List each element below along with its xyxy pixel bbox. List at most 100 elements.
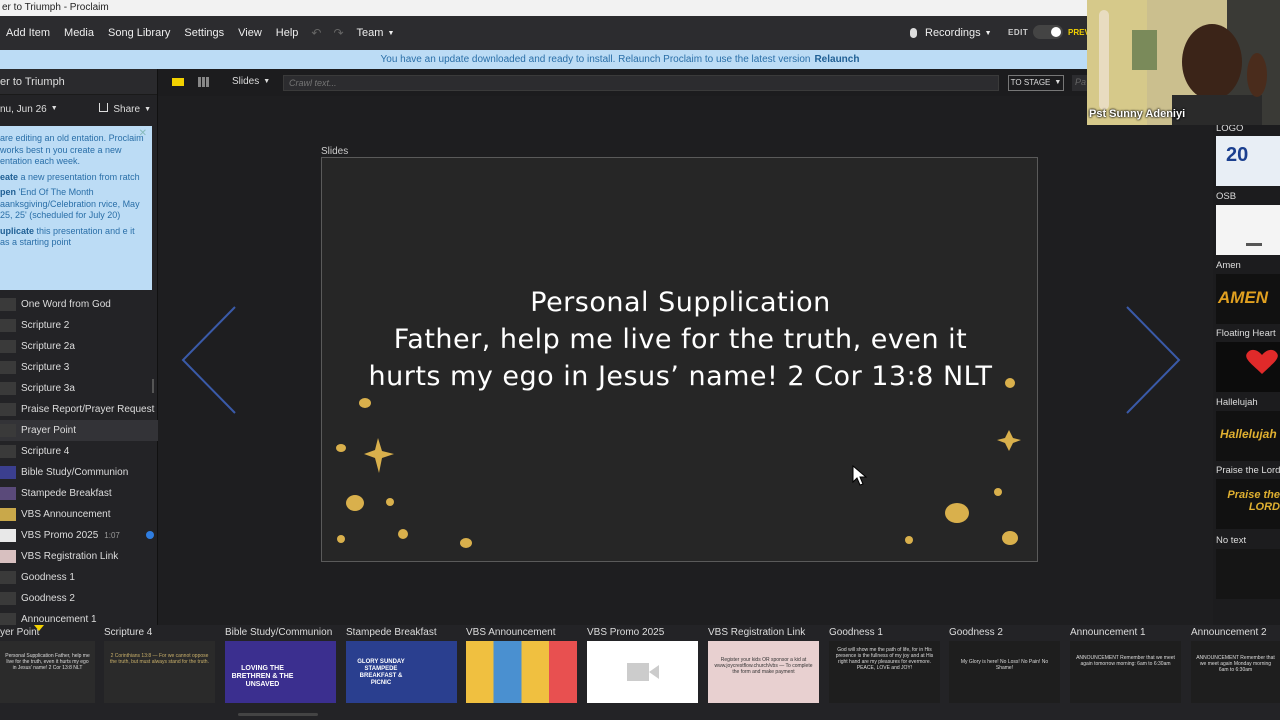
thumb-text: 2 Corinthians 13:8 — For we cannot oppos… [110,653,209,665]
filmstrip-thumbnail: LOVING THE BRETHREN & THE UNSAVED [225,641,336,703]
slide-preview[interactable]: Personal Supplication Father, help me li… [321,157,1038,562]
thumb-text: LOVING THE BRETHREN & THE UNSAVED [231,665,294,688]
list-item[interactable]: VBS Announcement [0,504,158,525]
list-item-selected[interactable]: Prayer Point [0,420,158,441]
quick-item-label: Floating Heart [1216,328,1276,339]
filmstrip-label: VBS Announcement [466,627,556,638]
recordings-menu[interactable]: Recordings ▼ [910,16,992,50]
filmstrip-item[interactable]: Announcement 2 ANNOUNCEMENT Remember tha… [1191,625,1280,703]
presentation-title[interactable]: er to Triumph [0,69,157,95]
list-item[interactable]: Scripture 3a [0,378,158,399]
list-item[interactable]: Scripture 3 [0,357,158,378]
close-icon[interactable]: ✕ [139,128,147,140]
share-button[interactable]: Share ▼ [99,103,151,115]
item-thumbnail [0,361,16,374]
slides-dropdown[interactable]: Slides ▼ [232,76,270,87]
list-item[interactable]: VBS Promo 2025 1:07 [0,525,158,546]
filmstrip-label: Announcement 1 [1070,627,1146,638]
crawl-text-input[interactable] [283,75,999,91]
filmstrip-item[interactable]: Goodness 2 My Glory is here! No Loss! No… [949,625,1060,703]
notice-create-bold: eate [0,171,19,182]
thumb-text: GLORY SUNDAY STAMPEDE BREAKFAST & PICNIC [357,659,405,686]
webcam-video [1087,0,1280,125]
quick-item-thumb[interactable] [1216,549,1280,599]
edit-label: EDIT [1008,28,1029,37]
quick-item-thumb[interactable]: Praise the LORD [1216,479,1280,529]
item-label: Stampede Breakfast [21,488,112,499]
list-item[interactable]: Stampede Breakfast [0,483,158,504]
edit-preview-toggle[interactable] [1033,25,1063,39]
list-item[interactable]: Goodness 1 [0,567,158,588]
next-slide-icon[interactable] [1122,305,1182,415]
sidebar-header-row: nu, Jun 26 ▼ Share ▼ [0,95,157,123]
quick-item-thumb[interactable]: AMEN [1216,274,1280,324]
list-item[interactable]: Scripture 4 [0,441,158,462]
quick-item-thumb[interactable] [1216,205,1280,255]
list-item[interactable]: One Word from God [0,294,158,315]
sidebar-scrollbar[interactable] [152,379,154,393]
list-item[interactable]: Goodness 2 [0,588,158,609]
filmstrip-item[interactable]: Scripture 4 2 Corinthians 13:8 — For we … [104,625,215,703]
to-stage-label: TO STAGE [1010,78,1051,88]
menu-view[interactable]: View [231,27,269,39]
notice-open-text: 'End Of The Month aanksgiving/Celebratio… [0,187,140,220]
osb-thumb-mark [1246,243,1262,246]
list-item[interactable]: Praise Report/Prayer Request [0,399,158,420]
grid-view-icon[interactable] [198,77,210,87]
filmstrip-label: Goodness 2 [949,627,1003,638]
team-label: Team [356,27,384,39]
notice-create[interactable]: eate a new presentation from ratch [0,172,146,184]
previous-slide-icon[interactable] [180,305,240,415]
filmstrip-item[interactable]: Announcement 1 ANNOUNCEMENT Remember tha… [1070,625,1181,703]
amen-thumb-text: AMEN [1218,288,1269,307]
chevron-down-icon: ▼ [984,29,992,37]
item-thumbnail [0,487,16,500]
relaunch-link[interactable]: Relaunch [814,54,859,65]
menu-media[interactable]: Media [57,27,101,39]
slide-toolbar: Slides▼ TO STAGE▼ Pa [158,69,1092,96]
logo-thumb-text: 20 [1226,144,1249,166]
webcam-overlay: Pst Sunny Adeniyi [1087,0,1280,125]
filmstrip-item[interactable]: Stampede Breakfast GLORY SUNDAY STAMPEDE… [346,625,457,703]
filmstrip-label: VBS Registration Link [708,627,806,638]
menu-help[interactable]: Help [269,27,306,39]
filmstrip-item[interactable]: VBS Registration Link Register your kids… [708,625,819,703]
item-label: Scripture 2 [21,320,70,331]
item-label: Prayer Point [21,425,77,436]
redo-icon[interactable]: ↷ [327,26,349,40]
list-item[interactable]: Scripture 2 [0,315,158,336]
slides-dropdown-label: Slides [232,76,260,87]
undo-icon[interactable]: ↶ [305,26,327,40]
quick-item-thumb[interactable]: 20 [1216,136,1280,186]
filmstrip-item[interactable]: VBS Announcement [466,625,577,703]
item-label: Scripture 2a [21,341,75,352]
team-menu[interactable]: Team ▼ [350,27,402,39]
item-label: Scripture 3a [21,383,75,394]
quick-item-thumb[interactable] [1216,342,1280,392]
filmstrip-scrollbar[interactable] [238,713,318,716]
item-thumbnail [0,445,16,458]
filmstrip-item[interactable]: yer Point Personal Supplication Father, … [0,625,111,703]
list-item[interactable]: Bible Study/Communion [0,462,158,483]
item-thumbnail [0,550,16,563]
notice-duplicate-bold: uplicate [0,225,35,236]
notice-open[interactable]: pen 'End Of The Month aanksgiving/Celebr… [0,187,146,222]
menu-settings[interactable]: Settings [177,27,231,39]
filmstrip-item[interactable]: VBS Promo 2025 [587,625,698,703]
notice-duplicate[interactable]: uplicate this presentation and e it as a… [0,226,146,249]
filmstrip-item[interactable]: Goodness 1 God will show me the path of … [829,625,940,703]
update-banner: You have an update downloaded and ready … [0,50,1090,69]
filmstrip-item[interactable]: Bible Study/Communion LOVING THE BRETHRE… [225,625,336,703]
date-selector[interactable]: nu, Jun 26 ▼ [0,104,58,115]
list-item[interactable]: VBS Registration Link [0,546,158,567]
to-stage-button[interactable]: TO STAGE ▼ [1008,75,1064,91]
menu-song-library[interactable]: Song Library [101,27,177,39]
list-item[interactable]: Scripture 2a [0,336,158,357]
filmstrip-thumbnail: ANNOUNCEMENT Remember that we meet again… [1191,641,1280,703]
quick-item-thumb[interactable]: Hallelujah [1216,411,1280,461]
filmstrip-thumbnail: GLORY SUNDAY STAMPEDE BREAKFAST & PICNIC [346,641,457,703]
single-view-icon[interactable] [172,78,184,86]
chevron-down-icon: ▼ [1054,79,1062,86]
hallelujah-thumb-text: Hallelujah [1220,427,1277,441]
menu-add-item[interactable]: Add Item [0,27,57,39]
